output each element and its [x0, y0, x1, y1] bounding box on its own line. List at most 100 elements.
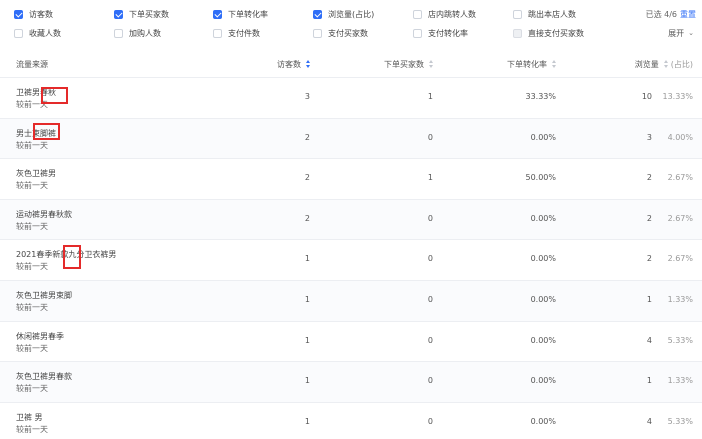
- checkbox-bounce[interactable]: 跳出本店人数: [513, 5, 576, 23]
- checkbox-label: 直接支付买家数: [528, 28, 584, 38]
- compare-label: 较前一天: [16, 262, 48, 272]
- compare-label: 较前一天: [16, 424, 48, 434]
- table-row: 卫裤男春秋 较前一天 3 1 33.33% 10 13.33%: [0, 78, 702, 119]
- source-cell: 2021春季新款九分卫衣裤男 较前一天: [16, 249, 116, 273]
- source-cell: 卫裤 男较前一天: [16, 412, 48, 436]
- buyers-value: 0: [427, 294, 433, 304]
- checkbox-label: 下单转化率: [228, 9, 268, 19]
- checkbox-pay-rate[interactable]: 支付转化率: [413, 24, 468, 42]
- header-visitors-label: 访客数: [277, 59, 301, 69]
- checkbox-empty-icon: [413, 9, 422, 19]
- rate-value: 33.33%: [525, 92, 556, 101]
- pageviews-share: 4.00%: [667, 132, 693, 142]
- visitors-value: 1: [304, 335, 310, 345]
- source-name: 男士束脚裤: [16, 128, 56, 138]
- pageviews-share: 13.33%: [662, 92, 693, 101]
- pageviews-value: 2: [646, 213, 652, 223]
- pageviews-share: 2.67%: [667, 254, 693, 264]
- checkbox-label: 收藏人数: [29, 28, 61, 38]
- buyers-value: 0: [427, 416, 433, 426]
- pageviews-value: 10: [641, 92, 652, 101]
- header-pageviews[interactable]: 浏览量 (占比): [635, 50, 693, 78]
- expand-button[interactable]: 展开 ⌄: [668, 24, 694, 42]
- compare-label: 较前一天: [16, 384, 48, 394]
- source-cell: 男士束脚裤 较前一天: [16, 128, 56, 152]
- table-row: 灰色卫裤男春款 较前一天 1 0 0.00% 1 1.33%: [0, 362, 702, 403]
- rate-value: 0.00%: [530, 376, 556, 386]
- source-cell: 休闲裤男春季 较前一天: [16, 331, 64, 355]
- header-pv-share-label: (占比): [670, 59, 693, 69]
- source-name: 灰色卫裤男: [16, 169, 56, 179]
- checkbox-label: 支付转化率: [428, 28, 468, 38]
- header-source-label: 流量来源: [16, 59, 48, 69]
- source-name: 2021春季新款九分卫衣裤男: [16, 250, 117, 260]
- sort-icon[interactable]: [663, 60, 668, 68]
- checkbox-paid-buyers[interactable]: 支付买家数: [313, 24, 368, 42]
- compare-label: 较前一天: [16, 343, 48, 353]
- checkbox-favorites[interactable]: 收藏人数: [14, 24, 61, 42]
- visitors-value: 1: [304, 376, 310, 386]
- buyers-value: 0: [427, 254, 433, 264]
- compare-label: 较前一天: [16, 140, 48, 150]
- checkbox-label: 支付买家数: [328, 28, 368, 38]
- header-rate[interactable]: 下单转化率: [507, 50, 556, 78]
- checkbox-label: 跳出本店人数: [528, 9, 576, 19]
- pageviews-share: 1.33%: [667, 294, 693, 304]
- rate-value: 50.00%: [525, 173, 556, 183]
- table-row: 灰色卫裤男 较前一天 2 1 50.00% 2 2.67%: [0, 159, 702, 200]
- metric-filter-row-2: 收藏人数 加购人数 支付件数 支付买家数 支付转化率 直接支付买家数 展开 ⌄: [0, 24, 702, 42]
- checkbox-label: 店内跳转人数: [428, 9, 476, 19]
- rate-value: 0.00%: [530, 294, 556, 304]
- buyers-value: 0: [427, 376, 433, 386]
- pageviews-value: 2: [646, 173, 652, 183]
- header-buyers[interactable]: 下单买家数: [384, 50, 433, 78]
- buyers-value: 0: [427, 132, 433, 142]
- rate-value: 0.00%: [530, 254, 556, 264]
- visitors-value: 2: [304, 213, 310, 223]
- reset-link[interactable]: 重置: [680, 9, 696, 20]
- table-row: 2021春季新款九分卫衣裤男 较前一天 1 0 0.00% 2 2.67%: [0, 240, 702, 281]
- expand-label: 展开: [668, 28, 685, 38]
- visitors-value: 3: [304, 92, 310, 101]
- checkbox-label: 下单买家数: [129, 9, 169, 19]
- table-row: 灰色卫裤男束脚 较前一天 1 0 0.00% 1 1.33%: [0, 280, 702, 322]
- selected-count-text: 已选 4/6: [645, 9, 677, 19]
- checkbox-empty-icon: [313, 28, 322, 38]
- chevron-down-icon: ⌄: [688, 29, 694, 37]
- checkbox-paid-items[interactable]: 支付件数: [213, 24, 260, 42]
- header-rate-label: 下单转化率: [507, 59, 547, 69]
- checkbox-in-store-jump[interactable]: 店内跳转人数: [413, 5, 476, 23]
- pageviews-share: 5.33%: [667, 416, 693, 426]
- checkbox-order-rate[interactable]: 下单转化率: [213, 5, 268, 23]
- source-name: 卫裤男春秋: [16, 88, 56, 97]
- checkbox-add-to-cart[interactable]: 加购人数: [114, 24, 161, 42]
- pageviews-value: 3: [646, 132, 652, 142]
- compare-label: 较前一天: [16, 221, 48, 231]
- checkbox-checked-icon: [313, 9, 322, 19]
- header-visitors[interactable]: 访客数: [277, 50, 310, 78]
- buyers-value: 0: [427, 213, 433, 223]
- checkbox-label: 浏览量(占比): [328, 9, 375, 19]
- checkbox-empty-icon: [114, 28, 123, 38]
- pageviews-value: 1: [646, 294, 652, 304]
- checkbox-pageviews[interactable]: 浏览量(占比): [313, 5, 374, 23]
- pageviews-value: 4: [646, 416, 652, 426]
- checkbox-empty-icon: [413, 28, 422, 38]
- table-body: 卫裤男春秋 较前一天 3 1 33.33% 10 13.33% 男士束脚裤 较前一天…: [0, 78, 702, 439]
- checkbox-direct-pay-buyers: 直接支付买家数: [513, 24, 584, 42]
- sort-icon[interactable]: [429, 60, 433, 68]
- buyers-value: 0: [427, 335, 433, 345]
- sort-icon[interactable]: [306, 60, 310, 68]
- visitors-value: 1: [304, 416, 310, 426]
- rate-value: 0.00%: [530, 416, 556, 426]
- visitors-value: 2: [304, 132, 310, 142]
- pageviews-share: 5.33%: [667, 335, 693, 345]
- sort-icon[interactable]: [552, 60, 556, 68]
- checkbox-label: 访客数: [29, 9, 53, 19]
- checkbox-visitors[interactable]: 访客数: [14, 5, 53, 23]
- header-source: 流量来源: [16, 50, 48, 78]
- pageviews-value: 1: [646, 376, 652, 386]
- checkbox-empty-icon: [14, 28, 23, 38]
- checkbox-order-buyers[interactable]: 下单买家数: [114, 5, 169, 23]
- source-cell: 灰色卫裤男春款 较前一天: [16, 371, 72, 395]
